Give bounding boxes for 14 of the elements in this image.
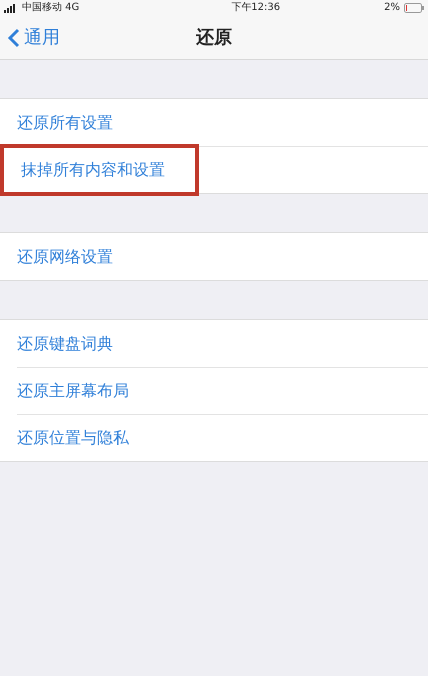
settings-row[interactable]: 还原键盘词典 [17,332,113,356]
settings-row[interactable]: 抹掉所有内容和设置 [0,144,199,196]
carrier-text: 中国移动 4G [22,3,80,13]
status-time: 下午12:36 [231,3,280,13]
signal-icon [4,4,18,12]
settings-row[interactable]: 还原网络设置 [17,244,113,268]
battery-icon [404,3,424,13]
chevron-left-icon [8,28,20,48]
settings-row[interactable]: 还原主屏幕布局 [17,379,129,403]
settings-row[interactable]: 还原位置与隐私 [17,426,129,450]
back-button[interactable]: 通用 [0,24,60,51]
battery-percent: 2% [384,3,400,13]
page-title: 还原 [196,26,232,50]
settings-row[interactable]: 还原所有设置 [17,110,113,134]
